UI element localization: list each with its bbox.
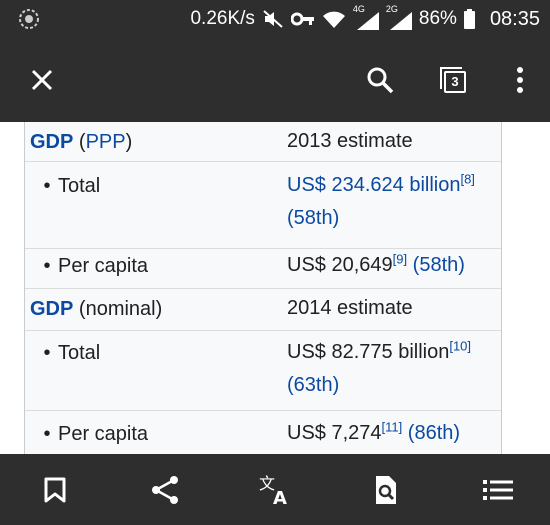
row-value: US$ 234.624 billion[8] (58th) (287, 169, 497, 235)
rank-link[interactable]: (58th) (287, 207, 339, 229)
row-label: GDP (nominal) (30, 298, 163, 320)
wifi-icon (322, 11, 345, 28)
row-value: US$ 20,649[9] (58th) (287, 251, 465, 276)
close-button[interactable] (22, 60, 62, 100)
row-value: US$ 82.775 billion[10] (63th) (287, 338, 472, 396)
row-label: • Total (30, 342, 100, 365)
tab-count: 3 (444, 71, 466, 93)
row-value: US$ 7,274[11] (86th) (287, 419, 461, 444)
signal-icon (389, 12, 412, 30)
value-link[interactable]: US$ 234.624 billion (287, 174, 460, 196)
search-button[interactable] (360, 60, 400, 100)
network-speed: 0.26K/s (190, 8, 255, 29)
find-in-page-icon (376, 476, 396, 504)
find-in-page-button[interactable] (368, 472, 404, 508)
share-icon (152, 476, 178, 504)
gdp-link[interactable]: GDP (30, 298, 73, 320)
bullet: • (43, 255, 51, 277)
reference-link[interactable]: [10] (449, 338, 471, 353)
browser-toolbar: 3 (0, 38, 550, 122)
translate-button[interactable]: 文 A (257, 472, 293, 508)
tabs-button[interactable]: 3 (435, 60, 475, 100)
reference-link[interactable]: [11] (382, 419, 403, 434)
signal-4g: 4G (353, 4, 379, 30)
app-settings-icon (19, 9, 39, 29)
table-row: GDP (PPP) 2013 estimate (25, 122, 501, 162)
battery-level: 86% (418, 8, 457, 29)
vpn-key-icon (290, 12, 314, 26)
row-label: • Per capita (30, 423, 148, 446)
close-icon (31, 69, 53, 91)
rank-link[interactable]: (58th) (413, 254, 465, 276)
bottom-action-bar: 文 A (0, 454, 550, 525)
row-value: 2013 estimate (287, 130, 413, 152)
table-row: • Total US$ 234.624 billion[8] (58th) (25, 162, 501, 249)
gdp-link[interactable]: GDP (30, 131, 73, 153)
mute-icon (263, 10, 283, 28)
row-label: • Per capita (30, 255, 148, 278)
table-row: • Per capita US$ 20,649[9] (58th) (25, 249, 501, 289)
battery-icon (463, 9, 475, 29)
signal-2g: 2G (386, 4, 412, 30)
signal-icon (356, 12, 379, 30)
table-row: GDP (nominal) 2014 estimate (25, 289, 501, 331)
reference-link[interactable]: [8] (460, 171, 474, 186)
table-row: • Total US$ 82.775 billion[10] (63th) (25, 331, 501, 411)
search-icon (367, 67, 394, 94)
bullet: • (43, 342, 51, 364)
more-options-button[interactable] (500, 60, 540, 100)
contents-icon (483, 480, 513, 500)
table-row: • Per capita US$ 7,274[11] (86th) (25, 411, 501, 454)
article-content: GDP (PPP) 2013 estimate • Total US$ 234.6… (0, 122, 550, 454)
bullet: • (43, 423, 51, 445)
row-label: GDP (PPP) (30, 131, 133, 153)
bookmark-button[interactable] (37, 472, 73, 508)
more-icon (517, 67, 523, 93)
rank-link[interactable]: (86th) (408, 422, 460, 444)
share-button[interactable] (147, 472, 183, 508)
status-bar: 0.26K/s 4G 2G 86% 08:35 (0, 0, 550, 38)
svg-text:A: A (273, 488, 287, 506)
ppp-link[interactable]: PPP (86, 131, 126, 153)
bullet: • (43, 175, 51, 197)
bookmark-icon (44, 477, 66, 503)
rank-link[interactable]: (63th) (287, 374, 339, 396)
translate-icon: 文 A (259, 474, 287, 506)
reference-link[interactable]: [9] (393, 251, 407, 266)
infobox-table: GDP (PPP) 2013 estimate • Total US$ 234.6… (24, 122, 502, 454)
row-value: 2014 estimate (287, 297, 413, 319)
clock: 08:35 (489, 7, 540, 30)
row-label: • Total (30, 175, 100, 198)
contents-button[interactable] (480, 472, 516, 508)
